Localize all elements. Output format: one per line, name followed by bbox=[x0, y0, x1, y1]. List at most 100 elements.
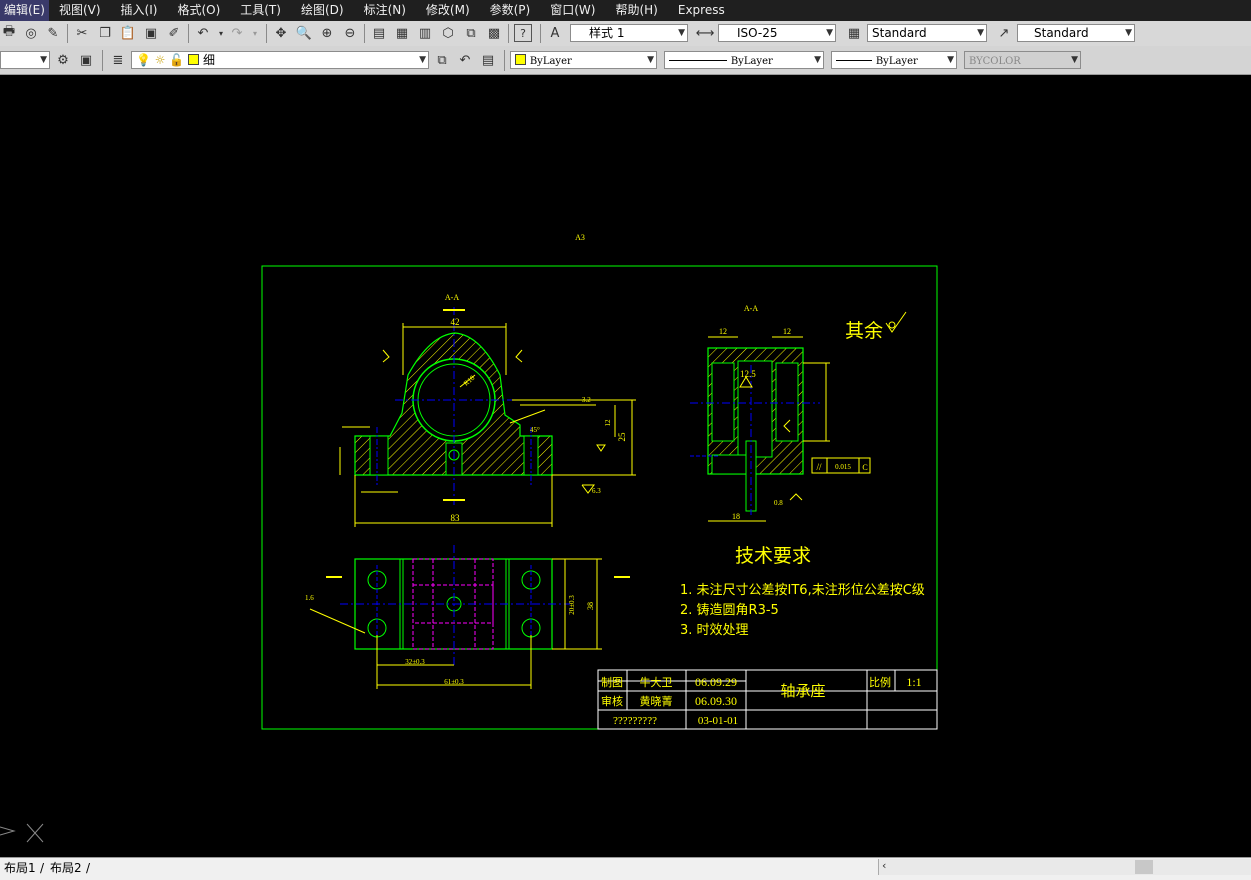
svg-text:牛大卫: 牛大卫 bbox=[640, 675, 673, 689]
svg-text:38: 38 bbox=[586, 602, 595, 610]
plot-preview-icon[interactable]: ◎ bbox=[22, 24, 40, 42]
layer-states-icon[interactable]: ▤ bbox=[479, 51, 497, 69]
svg-text:比例: 比例 bbox=[869, 675, 891, 689]
properties-icon[interactable]: ▤ bbox=[370, 24, 388, 42]
separator bbox=[188, 24, 189, 43]
plot-icon[interactable]: 🖶 bbox=[0, 24, 18, 42]
svg-text://: // bbox=[816, 462, 822, 472]
lock-icon: 🔓 bbox=[169, 53, 185, 67]
pan-icon[interactable]: ✥ bbox=[272, 24, 290, 42]
top-view: 20±0.3 38 32±0.3 61±0.3 1.6 bbox=[305, 545, 630, 689]
paste-icon[interactable]: 📋 bbox=[119, 24, 137, 42]
copy-icon[interactable]: ❐ bbox=[96, 24, 114, 42]
svg-text:45°: 45° bbox=[530, 426, 540, 434]
tech-item-3: 3. 时效处理 bbox=[680, 623, 749, 638]
undo-icon[interactable]: ↶ bbox=[194, 24, 212, 42]
dim-style-select[interactable]: ISO-25 ▼ bbox=[718, 24, 836, 42]
cut-icon[interactable]: ✂ bbox=[73, 24, 91, 42]
tab-layout1[interactable]: 布局1 bbox=[4, 859, 36, 877]
menu-view[interactable]: 视图(V) bbox=[49, 0, 111, 21]
layer-properties-icon[interactable]: ≣ bbox=[109, 51, 127, 69]
menu-express[interactable]: Express bbox=[668, 0, 735, 21]
technical-requirements: 技术要求 1. 未注尺寸公差按IT6,未注形位公差按C级 2. 铸造圆角R3-5… bbox=[680, 545, 925, 638]
zoom-window-icon[interactable]: ⊕ bbox=[318, 24, 336, 42]
help-icon[interactable]: ? bbox=[514, 24, 532, 42]
menu-insert[interactable]: 插入(I) bbox=[111, 0, 168, 21]
match-properties-icon[interactable]: ▣ bbox=[142, 24, 160, 42]
layer-select[interactable]: 💡 ☼ 🔓 细 ▼ bbox=[131, 51, 429, 69]
svg-text:0.8: 0.8 bbox=[774, 499, 783, 507]
zoom-realtime-icon[interactable]: 🔍 bbox=[295, 24, 313, 42]
redo-dropdown-icon[interactable]: ▾ bbox=[246, 24, 264, 42]
svg-text:61±0.3: 61±0.3 bbox=[444, 678, 464, 686]
svg-text:32±0.3: 32±0.3 bbox=[405, 658, 425, 666]
tab-layout2[interactable]: 布局2 bbox=[50, 859, 82, 877]
lineweight-select[interactable]: ByLayer ▼ bbox=[831, 51, 957, 69]
table-style-icon[interactable]: ▦ bbox=[845, 24, 863, 42]
svg-text:C: C bbox=[862, 463, 867, 472]
section-label-left: A-A bbox=[445, 293, 459, 302]
plotstyle-select[interactable]: BYCOLOR ▼ bbox=[964, 51, 1081, 69]
layout-icon[interactable]: ▣ bbox=[77, 51, 95, 69]
sheet-set-icon[interactable]: ⬡ bbox=[439, 24, 457, 42]
calculator-icon[interactable]: ▩ bbox=[485, 24, 503, 42]
svg-text:25: 25 bbox=[617, 432, 627, 442]
workspace-select[interactable]: ▼ bbox=[0, 51, 50, 69]
svg-text:06.09.30: 06.09.30 bbox=[695, 694, 737, 708]
text-style-icon[interactable]: A bbox=[546, 24, 564, 42]
svg-text:审核: 审核 bbox=[601, 694, 623, 708]
separator bbox=[364, 24, 365, 43]
multileader-style-icon[interactable]: ↗ bbox=[995, 24, 1013, 42]
svg-text:3.2: 3.2 bbox=[582, 396, 591, 404]
svg-text:12.5: 12.5 bbox=[740, 369, 756, 379]
menu-help[interactable]: 帮助(H) bbox=[605, 0, 667, 21]
lineweight-sample bbox=[836, 60, 872, 61]
ucs-icon bbox=[0, 823, 44, 843]
zoom-previous-icon[interactable]: ⊖ bbox=[341, 24, 359, 42]
table-style-select[interactable]: Standard ▼ bbox=[867, 24, 987, 42]
drawing-frame bbox=[261, 265, 938, 730]
horizontal-scrollbar[interactable]: ‹ bbox=[878, 859, 1251, 875]
svg-text:0.015: 0.015 bbox=[835, 463, 851, 471]
color-select[interactable]: ByLayer ▼ bbox=[510, 51, 657, 69]
publish-icon[interactable]: ✎ bbox=[44, 24, 62, 42]
drawing-canvas[interactable]: A3 A-A 42 83 25 12 6.3 45° R18 3.2 A-A 1… bbox=[0, 75, 1251, 857]
linetype-select[interactable]: ByLayer ▼ bbox=[664, 51, 824, 69]
scroll-left-icon[interactable]: ‹ bbox=[882, 859, 886, 872]
svg-text:?????????: ????????? bbox=[613, 715, 657, 727]
text-style-select[interactable]: 样式 1 ▼ bbox=[570, 24, 688, 42]
brush-icon[interactable]: ✐ bbox=[165, 24, 183, 42]
layer-previous-icon[interactable]: ↶ bbox=[456, 51, 474, 69]
svg-text:83: 83 bbox=[451, 513, 461, 523]
menu-window[interactable]: 窗口(W) bbox=[540, 0, 605, 21]
separator bbox=[540, 24, 541, 43]
make-current-icon[interactable]: ⧉ bbox=[433, 51, 451, 69]
workspace-settings-icon[interactable]: ⚙ bbox=[54, 51, 72, 69]
layers-toolbar: ▼ ⚙ ▣ ≣ 💡 ☼ 🔓 细 ▼ ⧉ ↶ ▤ ByLayer ▼ ByLayer ▼… bbox=[0, 46, 1251, 75]
tool-palettes-icon[interactable]: ▥ bbox=[416, 24, 434, 42]
tab-separator: / bbox=[40, 861, 45, 875]
tech-item-2: 2. 铸造圆角R3-5 bbox=[680, 602, 779, 618]
menu-draw[interactable]: 绘图(D) bbox=[291, 0, 354, 21]
svg-text:03-01-01: 03-01-01 bbox=[698, 715, 738, 727]
redo-icon[interactable]: ↷ bbox=[228, 24, 246, 42]
scrollbar-thumb[interactable] bbox=[1135, 860, 1153, 874]
menu-modify[interactable]: 修改(M) bbox=[416, 0, 480, 21]
menu-edit[interactable]: 编辑(E) bbox=[0, 0, 49, 21]
markup-icon[interactable]: ⧉ bbox=[462, 24, 480, 42]
svg-text:06.09.29: 06.09.29 bbox=[695, 675, 737, 689]
svg-text:12: 12 bbox=[604, 419, 612, 427]
svg-text:轴承座: 轴承座 bbox=[780, 682, 825, 700]
menu-dimension[interactable]: 标注(N) bbox=[354, 0, 416, 21]
multileader-style-select[interactable]: Standard ▼ bbox=[1017, 24, 1135, 42]
menu-bar: 编辑(E) 视图(V) 插入(I) 格式(O) 工具(T) 绘图(D) 标注(N… bbox=[0, 0, 1251, 21]
design-center-icon[interactable]: ▦ bbox=[393, 24, 411, 42]
separator bbox=[266, 24, 267, 43]
menu-format[interactable]: 格式(O) bbox=[167, 0, 230, 21]
layer-color-swatch bbox=[188, 54, 200, 65]
menu-parametric[interactable]: 参数(P) bbox=[480, 0, 541, 21]
color-swatch bbox=[515, 54, 526, 65]
dim-style-icon[interactable]: ⟷ bbox=[696, 24, 715, 42]
menu-tools[interactable]: 工具(T) bbox=[230, 0, 291, 21]
front-view: A-A 42 83 25 12 6.3 45° R18 3.2 bbox=[339, 293, 636, 527]
